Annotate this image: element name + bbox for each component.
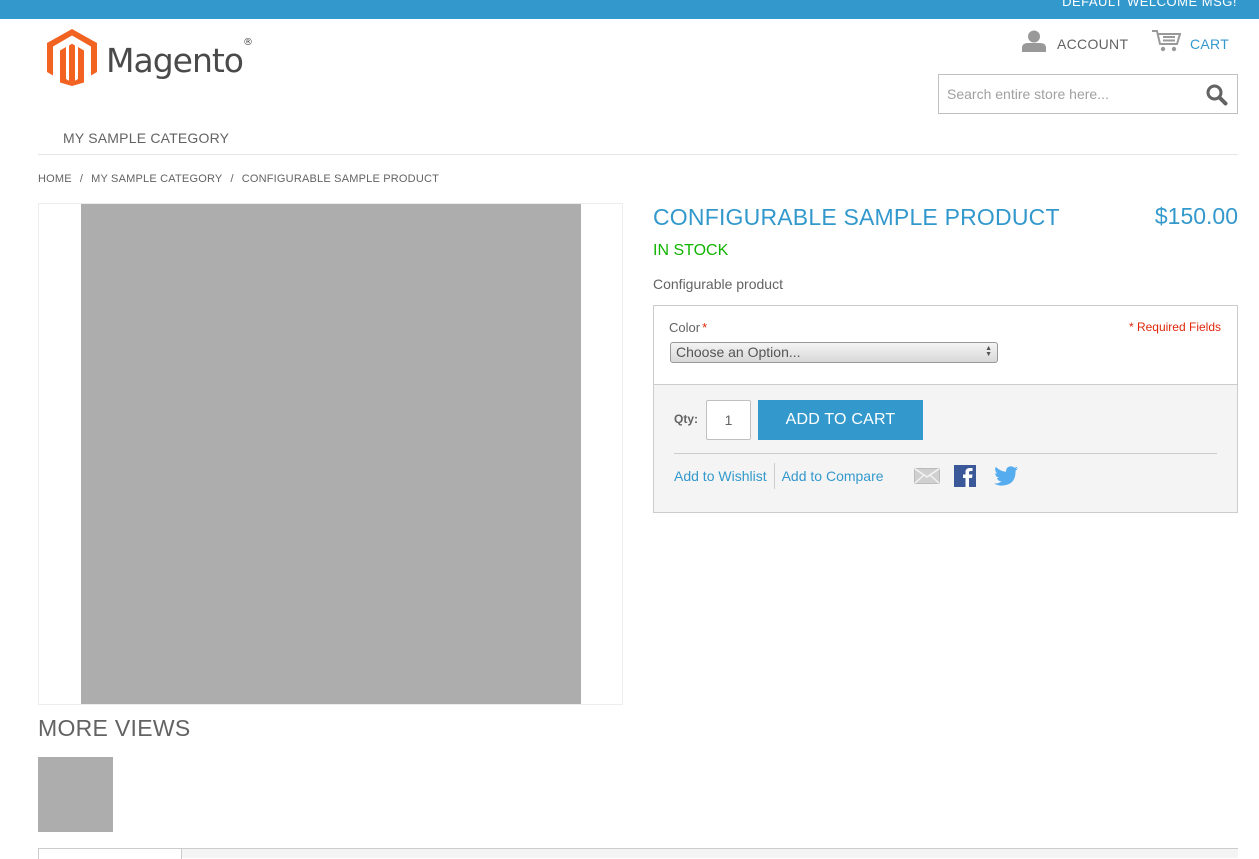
email-icon[interactable] [914,467,940,489]
add-to-cart-section: Qty: ADD TO CART Add to Wishlist Add to … [654,385,1237,512]
product-thumbnail[interactable] [38,757,113,832]
social-share [914,465,1018,492]
twitter-icon[interactable] [994,466,1018,491]
account-link[interactable]: ACCOUNT [1022,30,1128,57]
logo-text: Magento® [106,36,253,80]
breadcrumb: HOME / MY SAMPLE CATEGORY / CONFIGURABLE… [38,173,439,185]
required-fields-note: * Required Fields [1128,320,1221,334]
color-label: Color * [669,320,708,335]
breadcrumb-home[interactable]: HOME [38,173,72,185]
cart-link[interactable]: CART [1152,30,1229,57]
cart-icon [1152,30,1182,57]
main-navigation: MY SAMPLE CATEGORY [38,122,1238,155]
product-tabs [38,848,1238,859]
tab-description[interactable] [38,849,182,859]
add-to-cart-button[interactable]: ADD TO CART [758,400,923,440]
color-select[interactable]: Choose an Option... ▲ ▼ [670,342,998,363]
cart-label: CART [1190,35,1230,52]
search-icon [1206,84,1228,106]
welcome-message: Default welcome msg! [1062,0,1237,9]
search-button[interactable] [1206,84,1228,106]
color-select-value: Choose an Option... [676,344,801,360]
link-separator [773,463,775,489]
search-input[interactable] [939,75,1194,113]
short-description: Configurable product [653,276,783,292]
product-main-image[interactable] [81,204,581,704]
add-to-compare-link[interactable]: Add to Compare [782,468,884,484]
divider [674,453,1217,454]
product-price: $150.00 [1154,203,1238,229]
select-arrows-icon: ▲ ▼ [985,345,992,358]
qty-label: Qty: [674,412,698,426]
nav-item-my-sample-category[interactable]: MY SAMPLE CATEGORY [63,130,229,146]
magento-logo-icon [47,29,97,91]
product-links: Add to Wishlist Add to Compare [674,463,884,489]
more-views-heading: MORE VIEWS [38,715,191,741]
product-title: CONFIGURABLE SAMPLE PRODUCT [653,204,1060,230]
add-to-wishlist-link[interactable]: Add to Wishlist [674,468,767,484]
options-section: Color * * Required Fields Choose an Optio… [654,306,1237,385]
qty-input[interactable] [706,400,751,440]
store-logo[interactable]: Magento® [47,29,253,91]
breadcrumb-category[interactable]: MY SAMPLE CATEGORY [91,173,222,185]
required-marker: * [702,320,708,335]
facebook-icon[interactable] [954,465,976,492]
account-label: ACCOUNT [1057,35,1129,52]
breadcrumb-current: CONFIGURABLE SAMPLE PRODUCT [241,173,440,185]
breadcrumb-separator: / [230,173,234,185]
breadcrumb-separator: / [79,173,84,185]
stock-status: IN STOCK [653,242,729,259]
search-box [938,74,1238,114]
user-icon [1022,30,1046,57]
product-image-container [38,203,623,705]
product-options: Color * * Required Fields Choose an Optio… [653,305,1238,513]
top-bar: Default welcome msg! [0,0,1259,19]
